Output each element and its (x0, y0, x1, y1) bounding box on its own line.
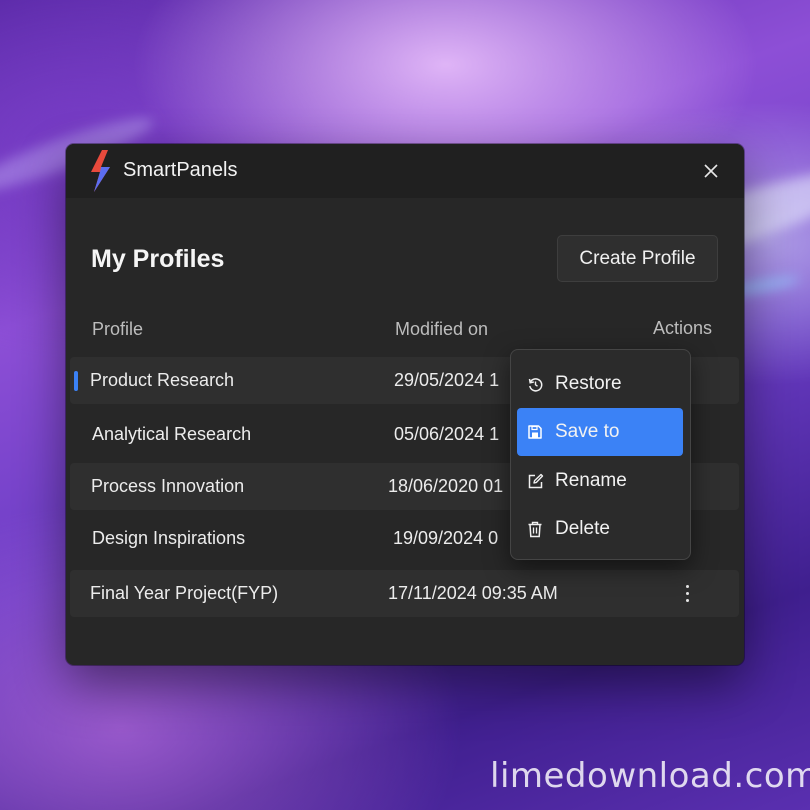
app-logo-icon (91, 150, 110, 192)
profile-name: Analytical Research (92, 424, 252, 444)
app-title: SmartPanels (123, 159, 238, 181)
menu-item-save-to[interactable]: Save to (517, 408, 683, 456)
menu-item-label: Delete (555, 518, 610, 539)
column-header-profile: Profile (92, 319, 144, 339)
menu-item-delete[interactable]: Delete (517, 505, 683, 553)
watermark: limedownload.com (490, 756, 810, 796)
modified-date: 29/05/2024 1 (394, 370, 500, 390)
more-actions-button[interactable] (678, 579, 696, 607)
rename-icon (526, 472, 544, 490)
title-bar: SmartPanels (66, 144, 744, 198)
profile-name: Process Innovation (91, 476, 245, 496)
column-header-modified: Modified on (395, 319, 489, 339)
modified-date: 19/09/2024 0 (393, 528, 499, 548)
selection-indicator (74, 371, 78, 391)
trash-icon (526, 520, 544, 538)
context-menu: Restore Save to Rename Delete (510, 349, 691, 560)
more-vertical-icon (685, 584, 689, 588)
modified-date: 17/11/2024 09:35 AM (388, 583, 558, 603)
profile-name: Final Year Project(FYP) (90, 583, 279, 603)
menu-item-label: Restore (555, 373, 622, 394)
profile-name: Design Inspirations (92, 528, 246, 548)
modified-date: 18/06/2020 01 (388, 476, 504, 496)
profiles-window: SmartPanels My Profiles Create Profile P… (66, 144, 744, 665)
restore-icon (526, 375, 544, 393)
modified-date: 05/06/2024 1 (394, 424, 500, 444)
close-icon (704, 164, 718, 178)
column-header-actions: Actions (653, 318, 713, 338)
menu-item-rename[interactable]: Rename (517, 457, 683, 505)
menu-item-label: Save to (555, 421, 620, 442)
table-row[interactable]: Final Year Project(FYP) 17/11/2024 09:35… (70, 570, 739, 617)
save-icon (526, 423, 544, 441)
menu-item-restore[interactable]: Restore (517, 360, 683, 408)
profile-name: Product Research (90, 370, 235, 390)
menu-item-label: Rename (555, 470, 627, 491)
close-button[interactable] (696, 158, 726, 184)
page-title: My Profiles (91, 245, 225, 273)
create-profile-button[interactable]: Create Profile (557, 235, 718, 282)
